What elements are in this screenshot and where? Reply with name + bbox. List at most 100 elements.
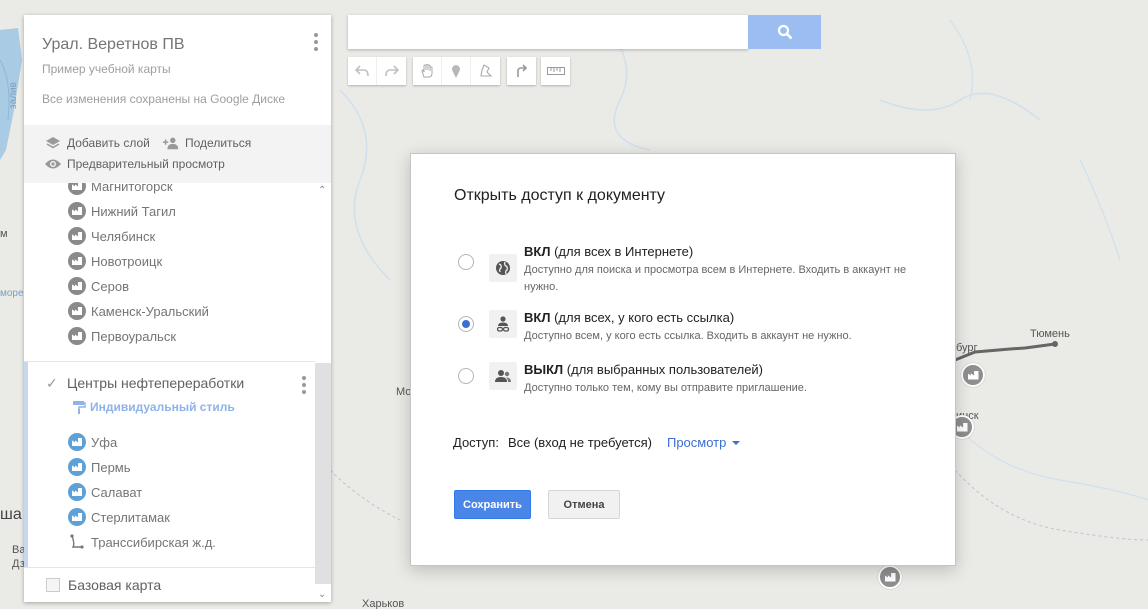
access-row: Доступ: Все (вход не требуется) Просмотр — [453, 435, 741, 450]
access-mode-dropdown[interactable]: Просмотр — [667, 435, 741, 450]
save-status: Все изменения сохранены на Google Диске — [42, 92, 286, 106]
preview-button[interactable]: Предварительный просмотр — [44, 157, 225, 171]
redo-button[interactable] — [377, 57, 406, 85]
map-marker-factory[interactable] — [961, 363, 985, 387]
measure-button[interactable] — [541, 57, 570, 85]
map-options-menu-icon[interactable] — [313, 33, 319, 51]
add-layer-label: Добавить слой — [67, 136, 150, 150]
list-item-label: Серов — [91, 278, 129, 294]
layer-title[interactable]: Центры нефтепереработки — [67, 375, 244, 391]
factory-icon — [68, 302, 86, 320]
list-item-label: Первоуральск — [91, 328, 177, 344]
list-item[interactable]: Стерлитамак — [68, 507, 170, 527]
layer-visibility-checkbox[interactable]: ✓ — [46, 376, 60, 390]
map-label-kharkiv: Харьков — [362, 598, 405, 609]
map-title[interactable]: Урал. Веретнов ПВ — [42, 36, 184, 54]
list-item-label: Магнитогорск — [91, 183, 173, 194]
measure-toolbar — [541, 57, 570, 85]
directions-toolbar — [507, 57, 536, 85]
eye-icon — [44, 157, 62, 171]
map-label-sha: ша — [0, 506, 22, 523]
paint-roller-icon — [73, 401, 86, 414]
list-item[interactable]: Челябинск — [68, 226, 155, 246]
map-header: Урал. Веретнов ПВ Пример учебной карты В… — [24, 15, 331, 125]
draw-line-icon — [479, 64, 492, 77]
factory-icon — [68, 433, 86, 451]
factory-icon — [68, 483, 86, 501]
list-item-label: Нижний Тагил — [91, 203, 176, 219]
list-item-label: Пермь — [91, 459, 131, 475]
sharing-option-radio[interactable] — [458, 254, 474, 270]
search-button[interactable] — [748, 15, 821, 49]
sharing-option-description: Доступно только тем, кому вы отправите п… — [524, 382, 807, 394]
search-input[interactable] — [348, 15, 748, 49]
list-item[interactable]: Серов — [68, 276, 129, 296]
list-item-label: Новотроицк — [91, 253, 163, 269]
map-label-more: море — [0, 288, 24, 299]
pan-tool-button[interactable] — [413, 57, 442, 85]
drawing-toolbar — [413, 57, 500, 85]
sharing-option-title: ВКЛ (для всех, у кого есть ссылка) — [524, 310, 735, 325]
list-item[interactable]: Пермь — [68, 457, 131, 477]
redo-icon — [384, 65, 399, 77]
layer-options-menu-icon[interactable] — [301, 376, 307, 394]
base-map-layer[interactable]: Базовая карта — [24, 567, 315, 602]
people-icon — [489, 362, 517, 390]
map-marker-factory[interactable] — [878, 565, 902, 589]
list-item-label: Уфа — [91, 434, 118, 450]
list-item[interactable]: Нижний Тагил — [68, 201, 176, 221]
chevron-up-icon[interactable]: ⌃ — [318, 185, 326, 196]
undo-button[interactable] — [348, 57, 377, 85]
layer-style-label: Индивидуальный стиль — [90, 400, 235, 414]
draw-line-button[interactable] — [471, 57, 500, 85]
map-sidebar: Урал. Веретнов ПВ Пример учебной карты В… — [24, 15, 331, 602]
add-layer-button[interactable]: Добавить слой — [44, 136, 150, 150]
factory-icon — [68, 327, 86, 345]
list-item-label: Салават — [91, 484, 143, 500]
search-icon — [777, 24, 792, 40]
caret-down-icon — [732, 440, 741, 445]
map-description[interactable]: Пример учебной карты — [42, 62, 171, 76]
line-icon — [68, 533, 86, 551]
share-dialog: Открыть доступ к документу ВКЛ (для всех… — [410, 153, 956, 566]
undo-icon — [355, 65, 369, 77]
layer-refineries[interactable]: ✓ Центры нефтепереработки Индивидуальный… — [24, 361, 315, 568]
history-toolbar — [348, 57, 406, 85]
save-button[interactable]: Сохранить — [454, 490, 531, 519]
factory-icon — [68, 227, 86, 245]
factory-icon — [68, 252, 86, 270]
dialog-title: Открыть доступ к документу — [454, 187, 666, 204]
access-label: Доступ: — [453, 435, 499, 450]
list-item-label: Стерлитамак — [91, 509, 170, 525]
chevron-down-icon[interactable]: ⌄ — [318, 589, 326, 600]
sharing-option-description: Доступно для поиска и просмотра всем в И… — [524, 264, 907, 293]
cancel-button[interactable]: Отмена — [548, 490, 620, 519]
directions-button[interactable] — [507, 57, 536, 85]
share-label: Поделиться — [185, 136, 252, 150]
sharing-option-radio[interactable] — [458, 368, 474, 384]
sharing-option-description: Доступно всем, у кого есть ссылка. Входи… — [524, 330, 852, 342]
sharing-option-title: ВКЛ (для всех в Интернете) — [524, 244, 694, 259]
base-map-toggle[interactable] — [46, 578, 60, 592]
list-item-label: Каменск-Уральский — [91, 303, 209, 319]
list-item[interactable]: Новотроицк — [68, 251, 162, 271]
list-item[interactable]: Транссибирская ж.д. — [68, 532, 216, 552]
map-label-dze: Дз — [12, 558, 25, 570]
list-item[interactable]: Каменск-Уральский — [68, 301, 209, 321]
layer-style-link[interactable]: Индивидуальный стиль — [72, 400, 235, 414]
factory-icon — [68, 458, 86, 476]
sharing-option-radio[interactable] — [458, 316, 474, 332]
sidebar-scrollbar[interactable]: ⌃ ⌄ — [315, 183, 331, 602]
share-button[interactable]: Поделиться — [162, 136, 251, 150]
list-item[interactable]: Салават — [68, 482, 142, 502]
add-marker-button[interactable] — [442, 57, 471, 85]
marker-icon — [452, 65, 460, 78]
list-item[interactable]: Уфа — [68, 432, 117, 452]
list-item-label: Транссибирская ж.д. — [91, 534, 216, 550]
link-person-icon — [489, 310, 517, 338]
access-value: Все (вход не требуется) — [507, 435, 652, 450]
list-item[interactable]: Первоуральск — [68, 326, 176, 346]
list-item[interactable]: Магнитогорск — [68, 183, 173, 196]
globe-icon — [489, 254, 517, 282]
scrollbar-thumb[interactable] — [315, 363, 331, 584]
